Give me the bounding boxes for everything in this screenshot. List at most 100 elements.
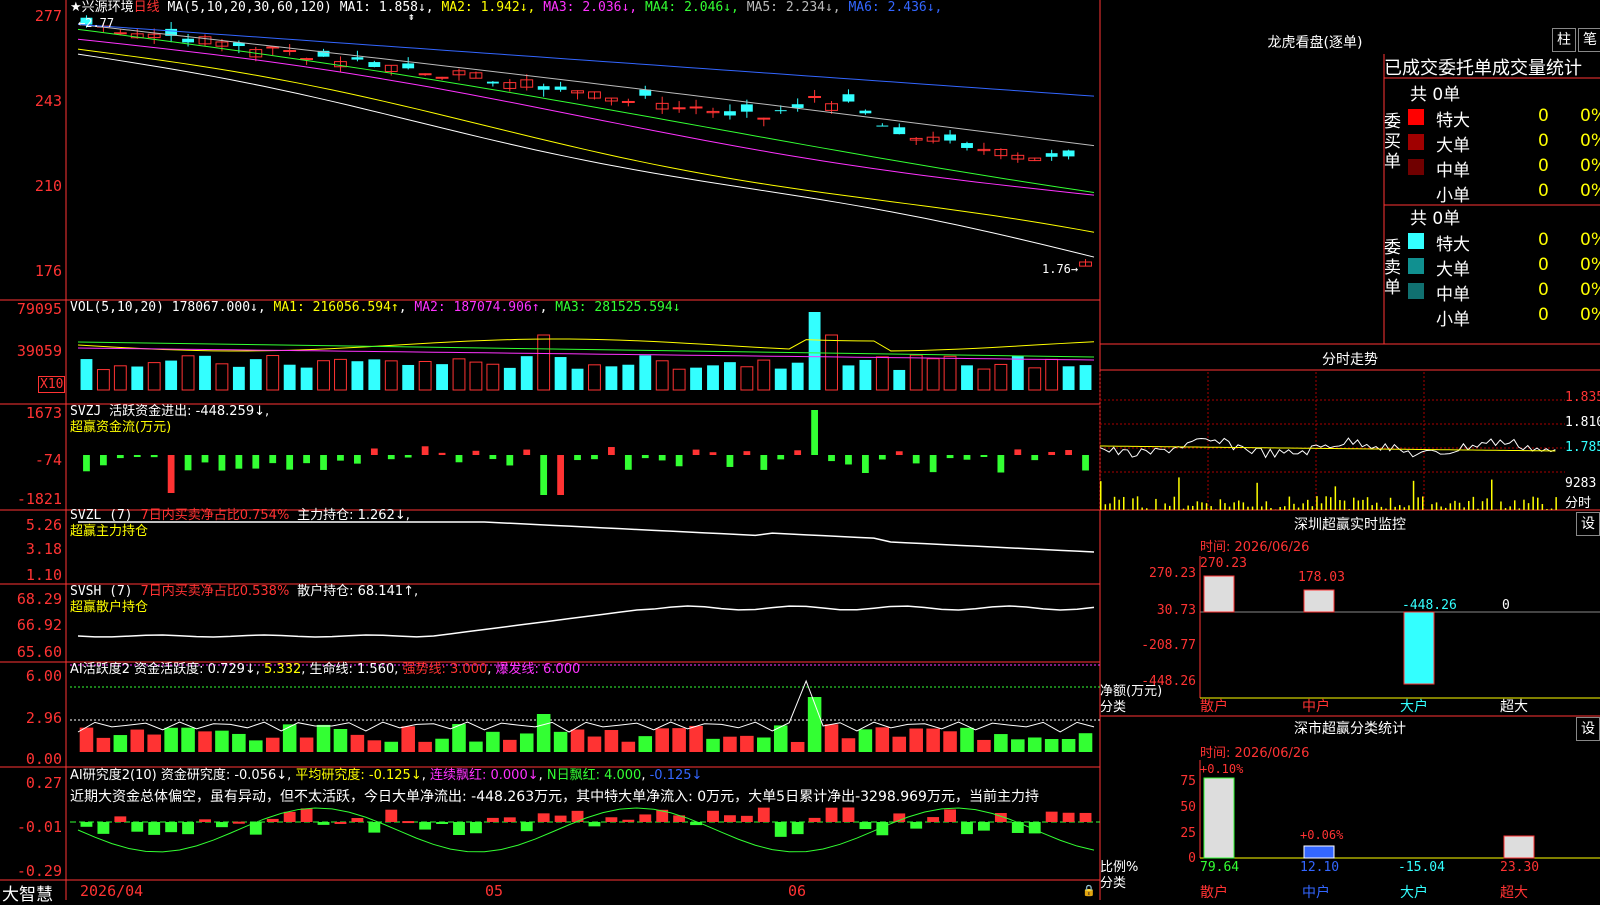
flow-bar [168, 455, 175, 493]
volume-bar [775, 369, 787, 390]
intraday-vol-bar [1178, 477, 1180, 510]
cls-value: -15.04 [1398, 860, 1445, 875]
research-bar [1046, 812, 1058, 822]
activity-bar [876, 727, 890, 752]
cls-cat: 散户 [1200, 882, 1228, 902]
candle [284, 51, 296, 52]
flow-bar [879, 455, 886, 459]
sz-cat: 超大 [1500, 696, 1528, 716]
intraday-vol-bar [1394, 507, 1396, 510]
volume-bar [809, 312, 821, 390]
candle [402, 63, 414, 68]
intraday-vol-bar [1215, 509, 1217, 510]
flow-bar [151, 455, 158, 457]
cursor-marker-icon: ⇟ [408, 10, 415, 23]
sz-settings-button[interactable]: 设 [1576, 512, 1600, 536]
ma-value: MA5: 2.234↓, [739, 0, 841, 15]
cls-cat: 超大 [1500, 882, 1528, 902]
intraday-vol-bar [1192, 506, 1194, 510]
intraday-vol-bar [1417, 497, 1419, 510]
intraday-vol-bar [1358, 500, 1360, 510]
cls-top-label: +0.06% [1300, 828, 1343, 842]
flow-bar [608, 447, 615, 455]
y-tick: 210 [0, 177, 62, 195]
intraday-vol-bar [1339, 500, 1341, 510]
activity-bar [689, 726, 703, 752]
intraday-vol-bar [1243, 502, 1245, 510]
intraday-vol-bar [1551, 509, 1553, 510]
flow-bar [185, 455, 192, 470]
volume-bar [656, 361, 668, 390]
intraday-vol-bar [1463, 507, 1465, 510]
volume-bar [995, 364, 1007, 390]
vol-unit-badge: X10 [38, 376, 65, 393]
intraday-vol-bar [1344, 501, 1346, 510]
research-bar [216, 822, 228, 827]
intraday-vol-bar [1431, 504, 1433, 510]
research-bar [775, 822, 787, 837]
ai1-y-tick: 6.00 [0, 667, 62, 685]
column-view-button[interactable]: 柱 [1552, 28, 1576, 52]
ai2-y-tick: -0.29 [0, 862, 62, 880]
legend-swatch [1408, 109, 1424, 125]
candle [487, 82, 499, 84]
intraday-vol-bar [1514, 500, 1516, 510]
intraday-vol-bar [1141, 508, 1143, 510]
intraday-vol-bar [1114, 497, 1116, 510]
cls-cat: 中户 [1302, 882, 1330, 902]
research-bar [707, 811, 719, 822]
date-label: 06 [788, 882, 806, 900]
tick-view-button[interactable]: 笔 [1578, 28, 1600, 52]
volume-bar [267, 356, 279, 390]
research-bar [589, 822, 601, 826]
flow-bar [642, 455, 649, 458]
flow-bar [252, 455, 259, 469]
period-label: 日线 [134, 0, 160, 15]
lock-icon[interactable]: 🔒 [1082, 884, 1096, 897]
research-bar [335, 822, 347, 824]
activity-bar [655, 728, 669, 752]
flow-bar [845, 455, 852, 464]
activity-bar [486, 732, 500, 752]
flow-bar [1048, 452, 1055, 455]
legend-swatch [1408, 233, 1424, 249]
activity-bar [300, 738, 314, 752]
cls-settings-button[interactable]: 设 [1576, 717, 1600, 741]
activity-bar [249, 740, 263, 752]
volume-bar [555, 357, 567, 390]
lhb-tabs[interactable]: 已成交委托单成交量统计 [1384, 54, 1582, 80]
flow-bar [473, 451, 480, 455]
intraday-vol-bar [1509, 506, 1511, 510]
flow-bar [947, 455, 954, 458]
chart-canvas[interactable] [0, 0, 1600, 900]
volume-bar [131, 367, 143, 390]
intraday-vol-bar [1252, 507, 1254, 510]
flow-bar [540, 455, 547, 495]
research-bar [402, 821, 414, 823]
intraday-vol-bar [1293, 504, 1295, 510]
ma-line [78, 54, 1094, 257]
research-bar [81, 822, 93, 827]
ma-value: MA1: 1.858↓, [340, 0, 434, 15]
volume-bar [826, 335, 838, 390]
flow-bar [489, 455, 496, 459]
ma-formula: MA(5,10,20,30,60,120) [168, 0, 332, 15]
intraday-vol-bar [1385, 509, 1387, 510]
intraday-vol-bar [1500, 501, 1502, 510]
flow-bar [896, 451, 903, 455]
volume-bar [504, 368, 516, 390]
sz-bar [1404, 612, 1434, 684]
intraday-vol-bar [1247, 507, 1249, 510]
svzl-y-tick: 1.10 [0, 566, 62, 584]
sz-bar-label: -448.26 [1402, 598, 1457, 613]
intraday-vol-bar [1390, 498, 1392, 510]
ai1-y-tick: 0.00 [0, 750, 62, 768]
research-bar [572, 811, 584, 822]
flow-bar [625, 455, 632, 470]
vol-y-tick: 79095 [0, 300, 62, 318]
activity-line [78, 681, 1094, 732]
candle [622, 101, 634, 102]
activity-bar [723, 737, 737, 752]
cls-bar [1504, 836, 1534, 858]
flow-bar [523, 450, 530, 455]
